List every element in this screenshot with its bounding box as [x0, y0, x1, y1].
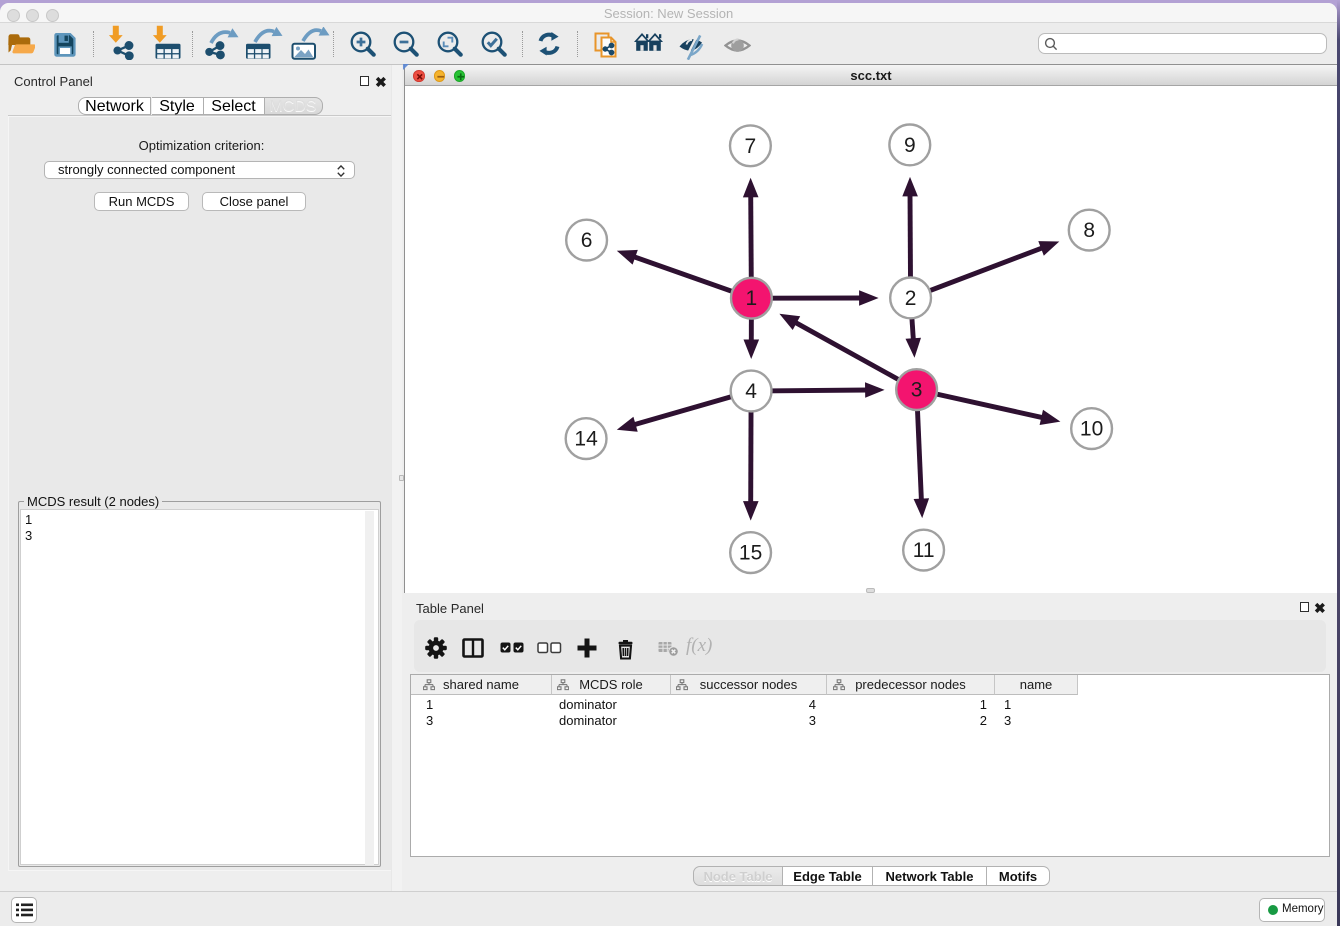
svg-text:9: 9: [904, 134, 916, 157]
svg-text:15: 15: [739, 542, 762, 565]
svg-text:3: 3: [911, 379, 923, 402]
svg-text:2: 2: [905, 287, 917, 310]
svg-text:7: 7: [745, 135, 757, 158]
svg-text:10: 10: [1080, 418, 1103, 441]
svg-text:8: 8: [1083, 219, 1095, 242]
svg-text:14: 14: [574, 428, 598, 451]
svg-text:11: 11: [913, 539, 935, 562]
svg-text:6: 6: [581, 229, 593, 252]
svg-text:1: 1: [746, 287, 758, 310]
svg-text:4: 4: [745, 380, 757, 403]
